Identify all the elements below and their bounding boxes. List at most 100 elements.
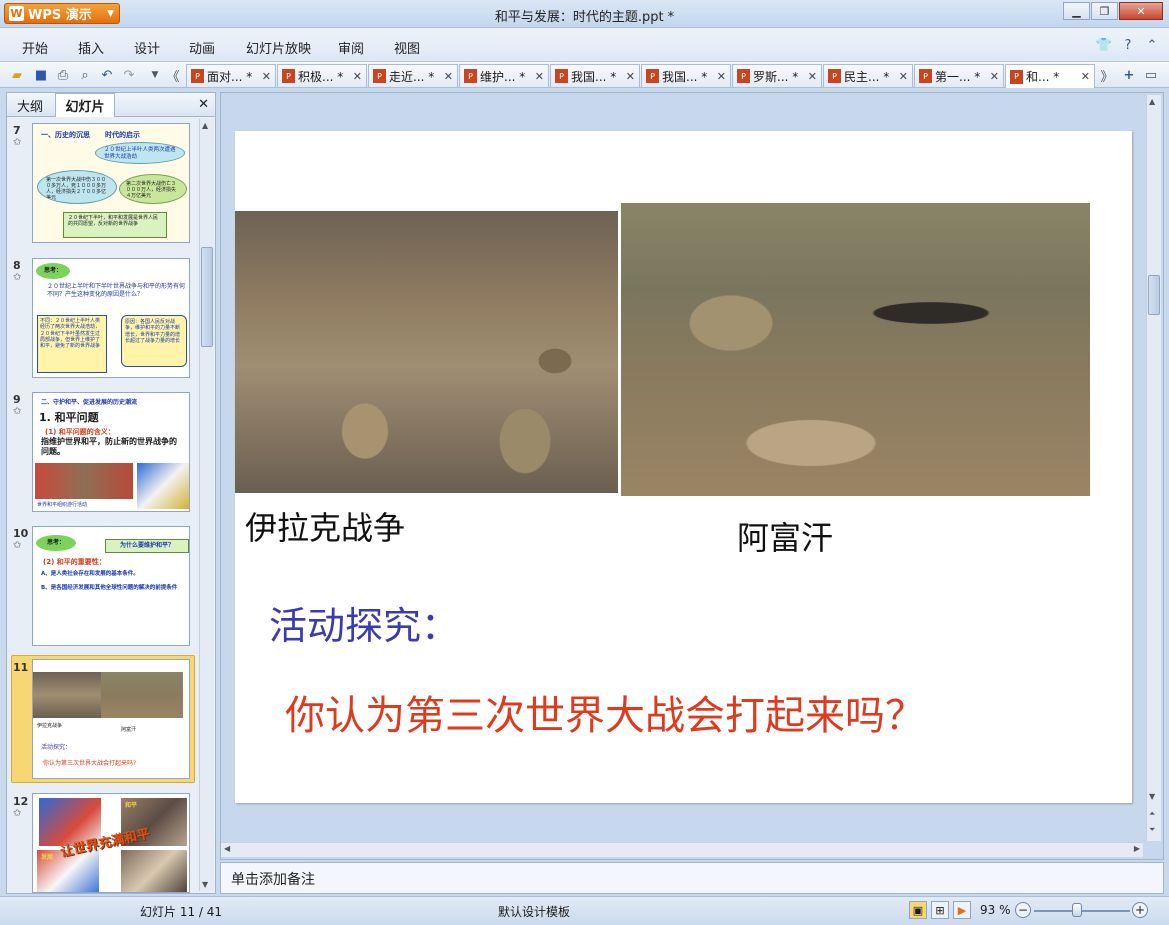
save-icon[interactable]: ■ bbox=[32, 66, 50, 84]
ppt-file-icon: P bbox=[555, 69, 568, 83]
thumb-heading: 时代的启示 bbox=[105, 131, 140, 139]
zoom-in-icon[interactable]: + bbox=[1132, 902, 1148, 918]
tab-outline[interactable]: 大纲 bbox=[7, 93, 53, 117]
menu-home[interactable]: 开始 bbox=[22, 38, 48, 57]
animation-star-icon: ✩ bbox=[13, 808, 22, 819]
scroll-right-icon[interactable]: ▶ bbox=[1134, 844, 1140, 853]
ppt-file-icon: P bbox=[282, 69, 295, 83]
close-tab-icon[interactable]: ✕ bbox=[262, 70, 271, 83]
menu-view[interactable]: 视图 bbox=[394, 38, 420, 57]
close-tab-icon[interactable]: ✕ bbox=[808, 70, 817, 83]
close-tab-icon[interactable]: ✕ bbox=[535, 70, 544, 83]
thumb-photo bbox=[137, 463, 189, 509]
close-panel-icon[interactable]: ✕ bbox=[198, 97, 209, 112]
zoom-slider-knob[interactable] bbox=[1072, 903, 1082, 917]
close-tab-icon[interactable]: ✕ bbox=[626, 70, 635, 83]
slide-counter: 幻灯片 11 / 41 bbox=[140, 905, 223, 919]
doc-tab[interactable]: P 民主... * ✕ bbox=[823, 64, 913, 87]
vertical-scrollbar[interactable]: ▲ ▼ ⏶ ⏷ bbox=[1146, 95, 1161, 841]
doc-tab[interactable]: P 积极... * ✕ bbox=[277, 64, 367, 87]
tab-list-icon[interactable]: ▭ bbox=[1142, 66, 1160, 84]
notes-pane[interactable]: 单击添加备注 bbox=[220, 862, 1164, 894]
thumb-caption: 世界和平组织游行活动 bbox=[37, 502, 88, 508]
menu-insert[interactable]: 插入 bbox=[78, 38, 104, 57]
thumb-item: B、是各国经济发展和其他全球性问题的解决的前提条件 bbox=[41, 585, 178, 591]
menu-slideshow[interactable]: 幻灯片放映 bbox=[246, 38, 311, 57]
slide-thumbnail-12[interactable]: 让世界充满和平 和平 发展 bbox=[32, 793, 190, 893]
normal-view-icon[interactable]: ▣ bbox=[909, 901, 927, 919]
current-slide[interactable]: 伊拉克战争 阿富汗 活动探究： 你认为第三次世界大战会打起来吗？ bbox=[235, 131, 1132, 803]
menu-review[interactable]: 审阅 bbox=[338, 38, 364, 57]
scroll-left-icon[interactable]: ◀ bbox=[224, 844, 230, 853]
doc-tab-active[interactable]: P 和... * ✕ bbox=[1005, 64, 1095, 88]
close-tab-icon[interactable]: ✕ bbox=[899, 70, 908, 83]
thumb-section: 二、守护和平、促进发展的历史潮流 bbox=[41, 399, 138, 406]
ppt-file-icon: P bbox=[373, 69, 386, 83]
close-window-button[interactable]: ✕ bbox=[1119, 2, 1163, 20]
panel-scroll-thumb[interactable] bbox=[201, 247, 213, 347]
thumb-question: ２０世纪上半叶和下半叶世界战争与和平的形势有何不同？产生这种变化的原因是什么？ bbox=[47, 283, 186, 298]
close-tab-icon[interactable]: ✕ bbox=[353, 70, 362, 83]
tabs-scroll-left-icon[interactable]: 《 bbox=[164, 66, 182, 85]
doc-tab[interactable]: P 罗斯... * ✕ bbox=[732, 64, 822, 87]
thumb-photo bbox=[101, 672, 183, 718]
ribbon-toggle-icon[interactable]: ⌃ bbox=[1143, 36, 1161, 54]
scroll-up-icon[interactable]: ▲ bbox=[202, 121, 208, 130]
menu-design[interactable]: 设计 bbox=[134, 38, 160, 57]
close-tab-icon[interactable]: ✕ bbox=[717, 70, 726, 83]
maximize-button[interactable]: ❐ bbox=[1091, 2, 1118, 20]
new-tab-icon[interactable]: + bbox=[1120, 66, 1138, 84]
design-template: 默认设计模板 bbox=[498, 905, 571, 919]
thumb-bubble: 第一次世界大战中伤３０００多万人，死１０００多万人，经济损失２７００多亿美元 bbox=[37, 170, 117, 204]
thumb-photo bbox=[121, 850, 187, 892]
slideshow-icon[interactable]: ▶ bbox=[953, 901, 971, 919]
doc-tab[interactable]: P 我国... * ✕ bbox=[550, 64, 640, 87]
customize-toolbar-icon[interactable]: ▼ bbox=[146, 66, 164, 84]
panel-scrollbar[interactable]: ▲ ▼ bbox=[199, 119, 213, 891]
doc-tab[interactable]: P 我国... * ✕ bbox=[641, 64, 731, 87]
thumb-sub: (1) 和平问题的含义： bbox=[45, 428, 115, 436]
slide-sorter-icon[interactable]: ⊞ bbox=[931, 901, 949, 919]
next-slide-icon[interactable]: ⏷ bbox=[1149, 825, 1155, 835]
zoom-slider-track[interactable] bbox=[1034, 910, 1130, 912]
minimize-button[interactable]: ▁ bbox=[1063, 2, 1090, 20]
thumb-caption: 伊拉克战争 bbox=[37, 723, 63, 729]
open-folder-icon[interactable]: ▰ bbox=[8, 66, 26, 84]
undo-icon[interactable]: ↶ bbox=[98, 66, 116, 84]
doc-tab[interactable]: P 第一... * ✕ bbox=[914, 64, 1004, 87]
ppt-file-icon: P bbox=[919, 69, 932, 83]
scroll-down-icon[interactable]: ▼ bbox=[202, 880, 208, 889]
redo-icon[interactable]: ↷ bbox=[120, 66, 138, 84]
tab-slides[interactable]: 幻灯片 bbox=[55, 93, 115, 117]
scroll-down-icon[interactable]: ▼ bbox=[1149, 792, 1155, 801]
slide-thumbnail-7[interactable]: 一、历史的沉思 时代的启示 ２０世纪上半叶人类两次遭遇世界大战浩劫 第一次世界大… bbox=[32, 123, 190, 243]
slide-thumbnail-10[interactable]: 思考： 为什么要维护和平？ (2) 和平的重要性： A、是人类社会存在和发展的基… bbox=[32, 526, 190, 646]
close-tab-icon[interactable]: ✕ bbox=[444, 70, 453, 83]
zoom-out-icon[interactable]: − bbox=[1015, 902, 1031, 918]
print-preview-icon[interactable]: ⌕ bbox=[76, 66, 94, 84]
ppt-file-icon: P bbox=[646, 69, 659, 83]
slides-panel: 大纲 幻灯片 ✕ ▲ ▼ 7 ✩ 一、历史的沉思 时代的启示 ２０世纪上半叶人类… bbox=[6, 92, 216, 894]
skin-icon[interactable]: 👕 bbox=[1095, 36, 1113, 54]
tabs-scroll-right-icon[interactable]: 》 bbox=[1098, 66, 1116, 85]
help-icon[interactable]: ? bbox=[1119, 36, 1137, 54]
doc-tab[interactable]: P 面对... * ✕ bbox=[186, 64, 276, 87]
thumb-bubble: 第二次世界大战伤亡３０００万人，经济损失４万亿美元 bbox=[119, 174, 187, 204]
doc-tab[interactable]: P 走近... * ✕ bbox=[368, 64, 458, 87]
animation-star-icon: ✩ bbox=[13, 137, 22, 148]
close-tab-icon[interactable]: ✕ bbox=[990, 70, 999, 83]
animation-star-icon: ✩ bbox=[13, 540, 22, 551]
slide-thumbnail-11[interactable]: 伊拉克战争 阿富汗 活动探究： 你认为第三次世界大战会打起来吗? bbox=[32, 659, 190, 779]
close-tab-icon[interactable]: ✕ bbox=[1081, 70, 1090, 83]
horizontal-scrollbar[interactable]: ◀ ▶ bbox=[221, 842, 1143, 857]
thumb-question: 你认为第三次世界大战会打起来吗? bbox=[43, 760, 137, 767]
slide-thumbnail-9[interactable]: 二、守护和平、促进发展的历史潮流 1. 和平问题 (1) 和平问题的含义： 指维… bbox=[32, 392, 190, 512]
menu-animation[interactable]: 动画 bbox=[189, 38, 215, 57]
doc-tab[interactable]: P 维护... * ✕ bbox=[459, 64, 549, 87]
thumb-caption: 阿富汗 bbox=[121, 727, 137, 733]
print-icon[interactable]: ⎙ bbox=[54, 66, 72, 84]
slide-thumbnail-8[interactable]: 思考： ２０世纪上半叶和下半叶世界战争与和平的形势有何不同？产生这种变化的原因是… bbox=[32, 258, 190, 378]
vertical-scroll-thumb[interactable] bbox=[1148, 275, 1160, 315]
scroll-up-icon[interactable]: ▲ bbox=[1149, 97, 1155, 106]
previous-slide-icon[interactable]: ⏶ bbox=[1149, 809, 1155, 819]
